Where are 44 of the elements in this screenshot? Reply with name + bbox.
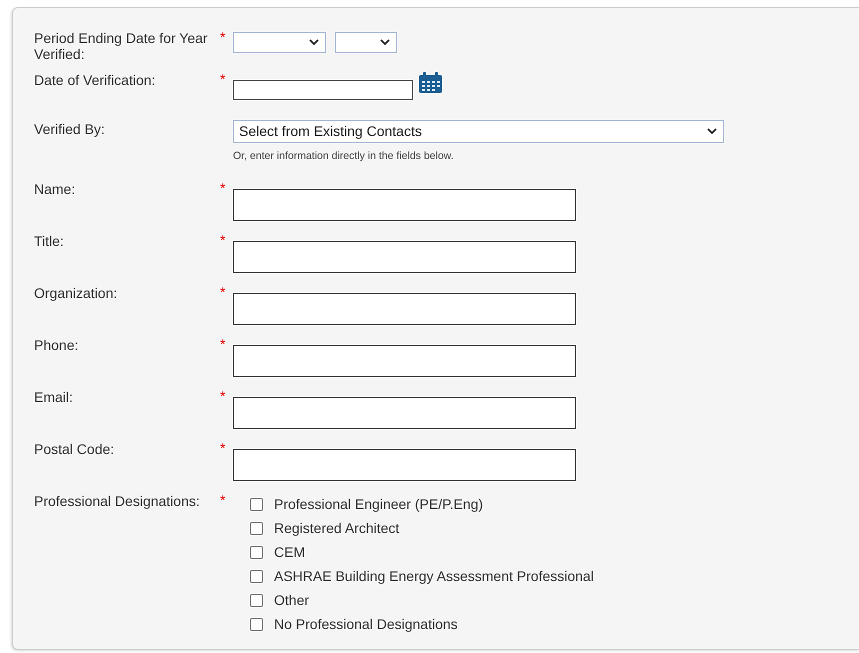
field-label: Period Ending Date for Year Verified: xyxy=(34,30,209,64)
field-label: Title: xyxy=(34,233,65,251)
checkbox[interactable] xyxy=(250,522,263,534)
checkbox-label: Registered Architect xyxy=(274,518,400,538)
hint-text: Or, enter information directly in the fields below. xyxy=(233,149,455,164)
contacts-select[interactable]: Select from Existing Contacts xyxy=(233,120,724,143)
field-label: Phone: xyxy=(34,337,80,355)
checkbox[interactable] xyxy=(250,570,263,582)
field-label: Postal Code: xyxy=(34,441,116,459)
required-mark: * xyxy=(220,440,226,456)
checkbox-label: No Professional Designations xyxy=(274,614,458,634)
text-input-field[interactable] xyxy=(233,241,576,273)
checkbox-label: ASHRAE Building Energy Assessment Professional xyxy=(274,566,594,586)
checkbox-label: Other xyxy=(274,590,310,610)
required-mark: * xyxy=(220,284,226,300)
field-label: Organization: xyxy=(34,285,118,303)
field-label: Name: xyxy=(34,181,76,199)
required-mark: * xyxy=(220,232,226,248)
checkbox[interactable] xyxy=(250,594,263,606)
required-mark: * xyxy=(220,29,226,45)
text-input-field[interactable] xyxy=(233,345,576,377)
checkbox-label: Professional Engineer (PE/P.Eng) xyxy=(274,494,484,514)
required-mark: * xyxy=(220,71,226,87)
required-mark: * xyxy=(220,336,226,352)
text-input-field[interactable] xyxy=(233,189,576,221)
field-label: Professional Designations: xyxy=(34,493,201,511)
required-mark: * xyxy=(220,388,226,404)
text-input-field[interactable] xyxy=(233,397,576,429)
field-label: Email: xyxy=(34,389,74,407)
date-input-field[interactable] xyxy=(233,80,413,100)
chevron-down-icon xyxy=(707,128,717,135)
chevron-down-icon xyxy=(380,39,390,46)
field-label: Date of Verification: xyxy=(34,72,156,90)
calendar-icon[interactable] xyxy=(419,72,442,93)
required-mark: * xyxy=(220,492,226,508)
checkbox-label: CEM xyxy=(274,542,306,562)
text-input-field[interactable] xyxy=(233,293,576,325)
chevron-down-icon xyxy=(309,39,319,46)
field-label: Verified By: xyxy=(34,121,106,139)
checkbox[interactable] xyxy=(250,546,263,558)
required-mark: * xyxy=(220,180,226,196)
text-input-field[interactable] xyxy=(233,449,576,481)
checkbox[interactable] xyxy=(250,618,263,630)
checkbox[interactable] xyxy=(250,498,263,510)
